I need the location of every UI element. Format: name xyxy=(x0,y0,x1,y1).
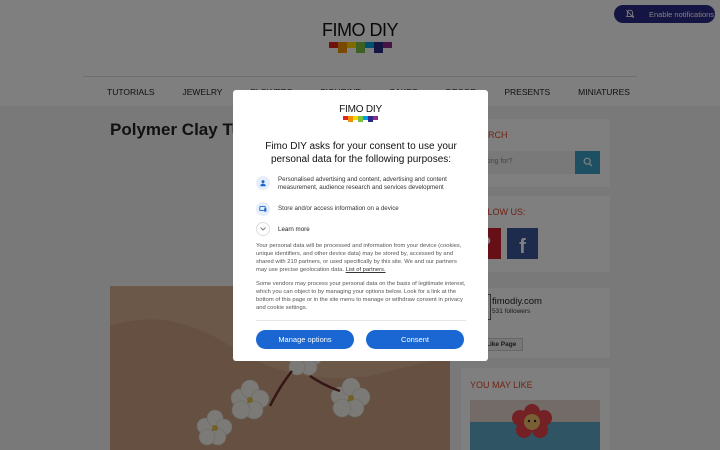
dialog-logo: FIMO DIY xyxy=(233,104,488,122)
consent-heading: Fimo DIY asks for your consent to use yo… xyxy=(265,141,457,165)
consent-button[interactable]: Consent xyxy=(366,330,464,349)
legitimate-interest-paragraph: Some vendors may process your personal d… xyxy=(256,281,466,311)
dialog-logo-color-bar xyxy=(233,116,488,122)
person-icon xyxy=(256,176,270,190)
learn-more-toggle[interactable]: Learn more xyxy=(256,222,310,236)
consent-dialog: FIMO DIY Fimo DIY asks for your consent … xyxy=(233,90,488,361)
purpose-item: Store and/or access information on a dev… xyxy=(256,202,466,216)
manage-options-button[interactable]: Manage options xyxy=(256,330,354,349)
purpose-item: Personalised advertising and content, ad… xyxy=(256,176,466,192)
purpose-text: Personalised advertising and content, ad… xyxy=(278,176,447,191)
partners-link[interactable]: List of partners. xyxy=(346,267,386,273)
dialog-logo-text: FIMO DIY xyxy=(339,104,382,115)
chevron-down-icon xyxy=(256,222,270,236)
divider xyxy=(256,320,466,321)
device-icon xyxy=(256,202,270,216)
processing-paragraph: Your personal data will be processed and… xyxy=(256,242,466,274)
learn-more-label: Learn more xyxy=(278,225,310,233)
purpose-text: Store and/or access information on a dev… xyxy=(278,205,399,212)
